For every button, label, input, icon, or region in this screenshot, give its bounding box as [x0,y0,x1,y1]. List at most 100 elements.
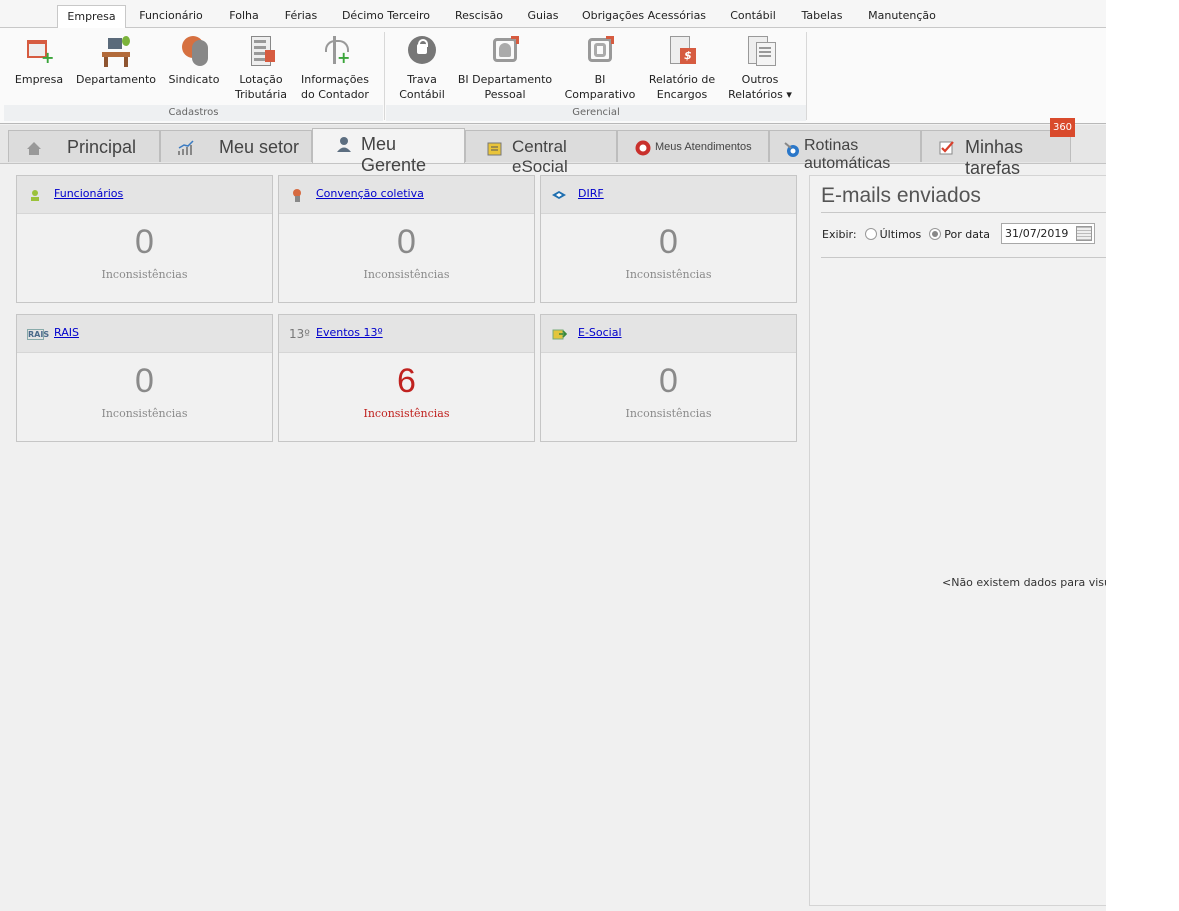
radio-por-data[interactable] [929,228,942,240]
inconsistency-count: 6 [397,362,416,400]
card-convencao-coletiva: Convenção coletiva 0 Inconsistências [278,175,535,303]
emails-title: E-mails enviados [821,184,981,207]
ribbon-tab-bar: Empresa Funcionário Folha Férias Décimo … [0,0,1106,29]
esocial-icon [552,329,567,340]
sindicato-button[interactable]: Sindicato [164,34,224,87]
date-field[interactable]: 31/07/2019 [1001,223,1095,244]
departamento-button[interactable]: Departamento [72,34,160,87]
ribbon-group-divider [806,32,807,120]
lock-icon [406,34,438,68]
tab-principal[interactable]: Principal [8,130,160,162]
ribbon-tab-folha[interactable]: Folha [222,5,266,26]
card-eventos-13: 13º Eventos 13º 6 Inconsistências [278,314,535,442]
empresa-button[interactable]: + Empresa [10,34,68,87]
date-value: 31/07/2019 [1005,227,1069,240]
card-header: DIRF [541,176,796,214]
empty-message: <Não existem dados para visual [942,576,1106,589]
inconsistency-label: Inconsistências [101,407,188,420]
ribbon-tab-rescisao[interactable]: Rescisão [448,5,510,26]
main-tab-bar: Principal Meu setor Meu Gerente Central … [0,125,1106,178]
bi-personnel-icon [489,34,521,68]
lotacao-tributaria-button[interactable]: Lotação Tributária [230,34,292,102]
eventos-13-link[interactable]: Eventos 13º [316,326,383,339]
inconsistency-count: 0 [659,223,678,261]
ribbon-tab-obrigacoes-acessorias[interactable]: Obrigações Acessórias [578,5,710,26]
card-rais: RAIS RAIS 0 Inconsistências [16,314,273,442]
card-esocial: E-Social 0 Inconsistências [540,314,797,442]
inconsistency-label: Inconsistências [363,268,450,281]
radio-por-data-label[interactable]: Por data [944,228,990,241]
group-label-cadastros: Cadastros [4,105,383,121]
chart-icon [178,140,194,155]
inconsistency-count: 0 [135,223,154,261]
tab-meus-atendimentos[interactable]: Meus Atendimentos [617,130,769,162]
card-header: Convenção coletiva [279,176,534,214]
ribbon-tab-funcionario[interactable]: Funcionário [132,5,210,26]
radio-ultimos[interactable] [864,228,877,240]
dirf-link[interactable]: DIRF [578,187,604,200]
show-label: Exibir: [822,228,857,241]
ribbon-tab-contabil[interactable]: Contábil [722,5,784,26]
inconsistency-count: 0 [659,362,678,400]
ribbon-tab-guias[interactable]: Guias [520,5,566,26]
inconsistency-count: 0 [135,362,154,400]
ribbon-tab-tabelas[interactable]: Tabelas [794,5,850,26]
divider [821,212,1106,213]
informacoes-contador-button[interactable]: + Informações do Contador [296,34,374,102]
ribbon-panel: + Empresa Departamento Sindicato Lotação… [0,28,1106,124]
tab-central-esocial[interactable]: Central eSocial [465,130,617,176]
ribbon-tab-decimo-terceiro[interactable]: Décimo Terceiro [336,5,436,26]
card-header: E-Social [541,315,796,353]
ribbon-tab-manutencao[interactable]: Manutenção [860,5,944,26]
document-icon [487,142,502,156]
outros-relatorios-button[interactable]: Outros Relatórios ▾ [724,34,796,102]
ribbon-tab-empresa[interactable]: Empresa [57,5,126,29]
report-charges-icon: $ [666,34,698,68]
funcionarios-link[interactable]: Funcionários [54,187,123,200]
ribbon-group-divider [384,32,385,120]
checkbox-icon [939,141,954,155]
routine-icon [784,142,799,157]
inconsistency-label: Inconsistências [101,268,188,281]
employee-icon [31,190,39,201]
tab-minhas-tarefas[interactable]: Minhas tarefas [921,130,1071,178]
inconsistency-label: Inconsistências [363,407,450,420]
ribbon-tab-ferias[interactable]: Férias [278,5,324,26]
reports-icon [744,34,776,68]
emails-panel: E-mails enviados Exibir: Últimos Por data … [809,175,1106,906]
tab-rotinas-automaticas[interactable]: Rotinas automáticas [769,130,921,172]
trava-contabil-button[interactable]: Trava Contábil [392,34,452,102]
card-header: 13º Eventos 13º [279,315,534,353]
ribbon-group-gerencial: Trava Contábil BI Departamento Pessoal B… [386,28,806,123]
convencao-coletiva-link[interactable]: Convenção coletiva [316,187,424,200]
user-icon [337,137,351,152]
calendar-icon[interactable] [1076,226,1092,241]
union-icon [178,34,210,68]
thirteenth-icon: 13º [289,327,310,341]
inconsistency-label: Inconsistências [625,407,712,420]
home-icon [27,142,41,155]
caduceus-icon: + [319,34,351,68]
rais-icon: RAIS [27,329,50,340]
ribbon-group-cadastros: + Empresa Departamento Sindicato Lotação… [4,28,383,123]
tab-meu-gerente[interactable]: Meu Gerente [312,128,465,175]
relatorio-encargos-button[interactable]: $ Relatório de Encargos [644,34,720,102]
card-header: Funcionários [17,176,272,214]
inconsistency-count: 0 [397,223,416,261]
group-label-gerencial: Gerencial [386,105,806,121]
card-dirf: DIRF 0 Inconsistências [540,175,797,303]
bi-departamento-pessoal-button[interactable]: BI Departamento Pessoal [456,34,554,102]
calculator-icon [245,34,277,68]
support-icon [635,140,651,156]
radio-ultimos-label[interactable]: Últimos [880,228,922,241]
tab-meu-setor[interactable]: Meu setor [160,130,312,162]
card-funcionarios: Funcionários 0 Inconsistências [16,175,273,303]
department-icon [100,34,132,68]
dirf-icon [552,191,566,199]
bi-comparativo-button[interactable]: BI Comparativo [558,34,642,102]
bi-compare-icon [584,34,616,68]
emails-filter-row: Exibir: Últimos Por data [822,228,990,241]
esocial-link[interactable]: E-Social [578,326,622,339]
rais-link[interactable]: RAIS [54,326,79,339]
divider [821,257,1106,258]
